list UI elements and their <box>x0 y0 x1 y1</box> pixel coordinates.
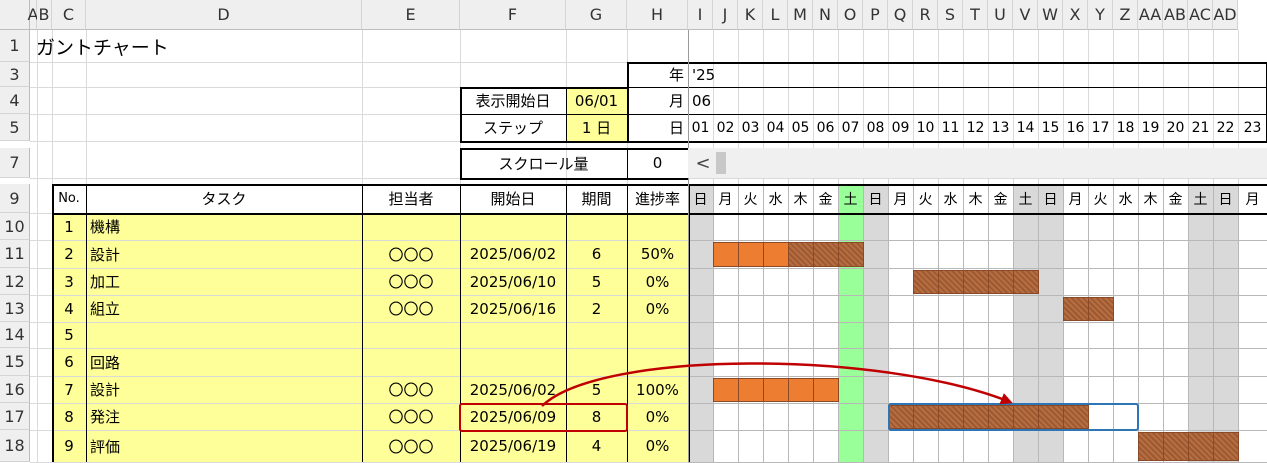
dependency-arrow <box>541 362 1013 407</box>
